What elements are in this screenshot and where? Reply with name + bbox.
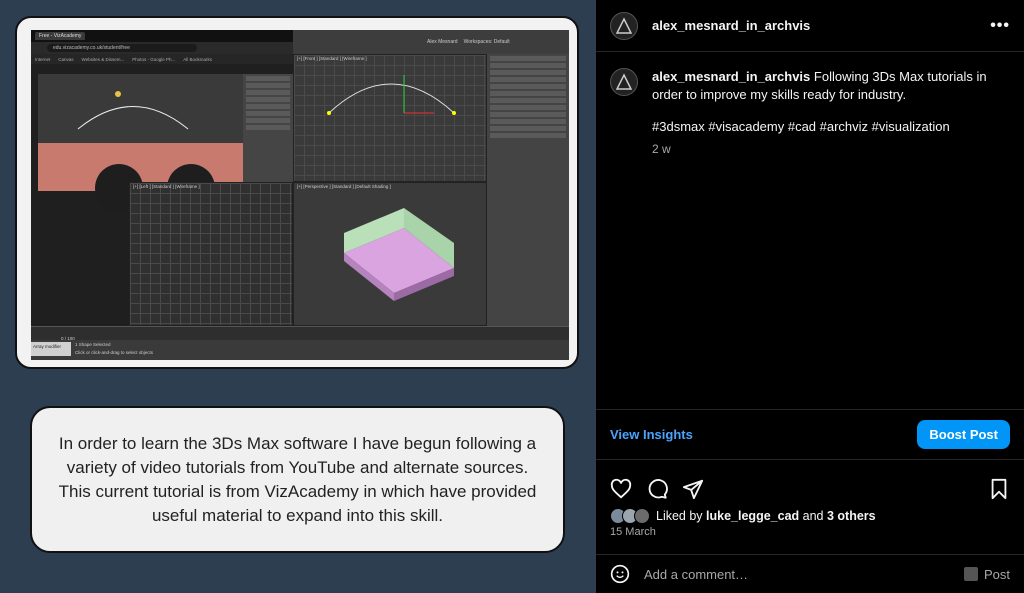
comment-row: Post — [596, 554, 1024, 593]
avatar-logo-icon — [615, 16, 633, 34]
video-arch-curve — [77, 91, 189, 130]
bookmark-item: Websites & Dissem... — [81, 56, 125, 62]
video-viewport — [38, 74, 243, 143]
browser-tabs: Free - VizAcademy — [31, 30, 293, 42]
max-toolbar: Alex Mesnard Workspaces: Default — [293, 30, 569, 54]
more-options-icon[interactable]: ••• — [990, 17, 1010, 35]
boost-post-button[interactable]: Boost Post — [917, 420, 1010, 449]
post-image: Free - VizAcademy edu.vizacademy.co.uk/s… — [0, 0, 596, 593]
liked-by-user[interactable]: luke_legge_cad — [706, 509, 799, 523]
caption-body: alex_mesnard_in_archvis Following 3Ds Ma… — [652, 68, 1002, 409]
view-insights-link[interactable]: View Insights — [610, 427, 693, 442]
insights-row: View Insights Boost Post — [596, 410, 1024, 460]
share-send-icon[interactable] — [682, 478, 704, 500]
front-curve — [327, 75, 456, 115]
comment-input[interactable] — [644, 566, 944, 582]
caption-username[interactable]: alex_mesnard_in_archvis — [652, 69, 810, 84]
status-selected: 1 Shape Selected — [75, 342, 111, 347]
avatar[interactable] — [610, 11, 638, 40]
bookmark-item: All Bookmarks — [183, 56, 213, 62]
viewport-front: [+] [Front ] [Standard ] [Wireframe ] — [293, 54, 487, 182]
like-heart-icon[interactable] — [610, 478, 632, 500]
video-command-panel — [243, 74, 293, 194]
comment-bubble-icon[interactable] — [646, 478, 668, 500]
instagram-post-view: Free - VizAcademy edu.vizacademy.co.uk/s… — [0, 0, 1024, 593]
browser-bookmarks: Internet Canvas Websites & Dissem... Pho… — [31, 54, 293, 64]
liked-by-prefix: Liked by — [656, 509, 703, 523]
post-date: 15 March — [610, 526, 656, 538]
avatar[interactable] — [610, 68, 638, 96]
status-hint: Click or click-and-drag to select object… — [75, 350, 154, 355]
caption-hashtags[interactable]: #3dsmax #visacademy #cad #archviz #visua… — [652, 118, 1002, 136]
browser-url: edu.vizacademy.co.uk/student/free — [47, 44, 197, 52]
bookmark-item: Photos - Google Ph... — [132, 56, 176, 62]
image-caption-box: In order to learn the 3Ds Max software I… — [30, 406, 565, 553]
perspective-model — [344, 208, 454, 301]
emoji-icon[interactable] — [610, 564, 630, 584]
image-caption-text: In order to learn the 3Ds Max software I… — [58, 433, 537, 525]
browser-url-bar: edu.vizacademy.co.uk/student/free — [31, 42, 293, 54]
screenshot-frame: Free - VizAcademy edu.vizacademy.co.uk/s… — [15, 16, 579, 369]
liked-by-others[interactable]: 3 others — [827, 509, 876, 523]
max-timeline: 0 / 100 — [31, 326, 569, 341]
liked-by-and: and — [802, 509, 824, 523]
action-bar — [596, 460, 1024, 506]
status-array-modifier: Array modifier — [31, 342, 71, 356]
max-user-label: Alex Mesnard — [427, 39, 458, 45]
viewport-perspective: [+] [Perspective ] [Standard ] [Default … — [293, 182, 487, 326]
browser-tab: Free - VizAcademy — [35, 32, 86, 40]
sticker-icon[interactable] — [963, 567, 978, 581]
liker-avatars — [610, 508, 650, 524]
max-command-panel — [487, 54, 569, 326]
max-statusbar: Array modifier 1 Shape Selected Click or… — [31, 340, 569, 360]
avatar — [634, 508, 650, 524]
post-time-ago: 2 w — [652, 142, 671, 156]
caption-area: alex_mesnard_in_archvis Following 3Ds Ma… — [596, 52, 1024, 410]
header-username[interactable]: alex_mesnard_in_archvis — [652, 18, 810, 33]
save-bookmark-icon[interactable] — [988, 478, 1010, 500]
likes-row: Liked by luke_legge_cad and 3 others — [596, 508, 1024, 524]
post-header: alex_mesnard_in_archvis ••• — [596, 0, 1024, 52]
max-screenshot: Free - VizAcademy edu.vizacademy.co.uk/s… — [31, 30, 569, 360]
max-workspace: Workspaces: Default — [463, 39, 510, 45]
bookmark-item: Internet — [35, 56, 51, 62]
post-comment-button[interactable]: Post — [963, 566, 1010, 582]
viewport-label: [+] [Left ] [Standard ] [Wireframe ] — [133, 184, 200, 189]
post-label: Post — [983, 566, 1010, 582]
viewport-left: [+] [Left ] [Standard ] [Wireframe ] — [129, 182, 293, 326]
avatar-logo-icon — [615, 73, 633, 90]
post-sidebar: alex_mesnard_in_archvis ••• alex_mesnard… — [596, 0, 1024, 593]
caption-line: alex_mesnard_in_archvis Following 3Ds Ma… — [652, 68, 1002, 104]
bookmark-item: Canvas — [58, 56, 74, 62]
